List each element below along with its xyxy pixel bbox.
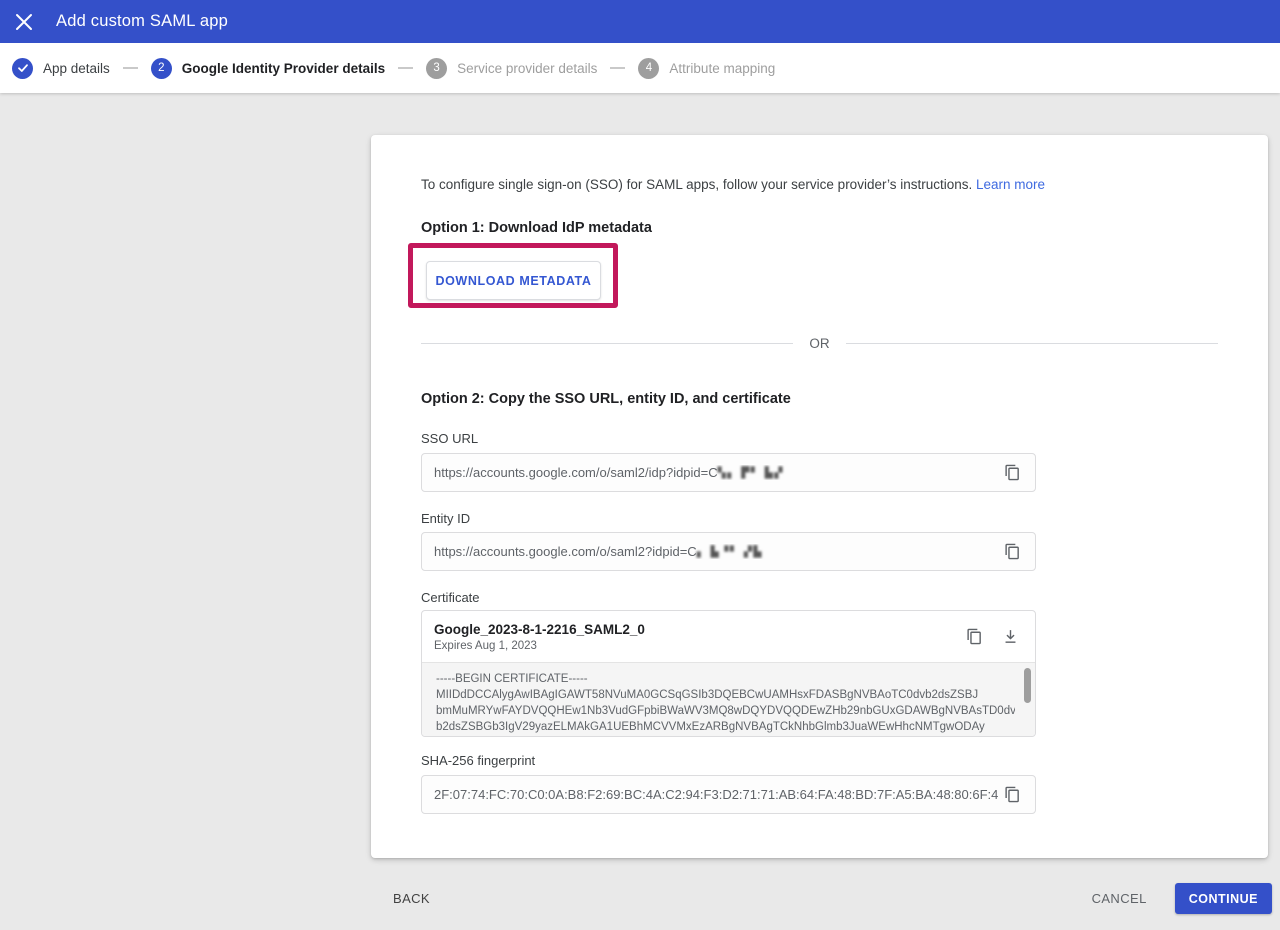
annotation-highlight-box: DOWNLOAD METADATA <box>408 243 618 308</box>
entity-id-field: https://accounts.google.com/o/saml2?idpi… <box>421 532 1036 571</box>
or-divider: OR <box>421 335 1218 351</box>
sso-url-field: https://accounts.google.com/o/saml2/idp?… <box>421 453 1036 492</box>
copy-icon[interactable] <box>999 782 1025 808</box>
certificate-scrollbar-thumb[interactable] <box>1024 668 1031 703</box>
dialog-header: Add custom SAML app <box>0 0 1280 43</box>
step4-number-badge: 4 <box>638 58 659 79</box>
entity-id-label: Entity ID <box>421 511 470 526</box>
divider-line <box>421 343 793 344</box>
back-button[interactable]: BACK <box>393 891 430 906</box>
certificate-expiry: Expires Aug 1, 2023 <box>434 640 961 652</box>
certificate-card: Google_2023-8-1-2216_SAML2_0 Expires Aug… <box>421 610 1036 737</box>
copy-icon[interactable] <box>961 624 987 650</box>
continue-button[interactable]: CONTINUE <box>1175 883 1272 914</box>
certificate-text-line: b2dsZSBGb3IgV29yazELMAkGA1UEBhMCVVMxEzAR… <box>436 719 1015 735</box>
option1-heading: Option 1: Download IdP metadata <box>421 220 652 236</box>
sso-url-label: SSO URL <box>421 431 478 446</box>
step1-check-icon <box>12 58 33 79</box>
copy-icon[interactable] <box>999 460 1025 486</box>
certificate-info: Google_2023-8-1-2216_SAML2_0 Expires Aug… <box>434 622 961 652</box>
stepper: App details 2 Google Identity Provider d… <box>0 43 1280 93</box>
idp-details-card: To configure single sign-on (SSO) for SA… <box>371 135 1268 858</box>
download-icon[interactable] <box>997 624 1023 650</box>
dialog-footer: BACK CANCEL CONTINUE <box>371 883 1272 914</box>
option2-heading: Option 2: Copy the SSO URL, entity ID, a… <box>421 391 791 407</box>
step-google-idp-details[interactable]: 2 Google Identity Provider details <box>151 58 385 79</box>
close-icon[interactable] <box>10 8 38 36</box>
certificate-header: Google_2023-8-1-2216_SAML2_0 Expires Aug… <box>422 611 1035 663</box>
divider-line <box>846 343 1218 344</box>
intro-text: To configure single sign-on (SSO) for SA… <box>421 177 1045 192</box>
copy-icon[interactable] <box>999 539 1025 565</box>
certificate-text-line: MIIDdDCCAlygAwIBAgIGAWT58NVuMA0GCSqGSIb3… <box>436 687 1015 703</box>
step-label: Attribute mapping <box>669 61 775 76</box>
step2-number-badge: 2 <box>151 58 172 79</box>
certificate-text-line: -----BEGIN CERTIFICATE----- <box>436 671 1015 687</box>
dialog-title: Add custom SAML app <box>56 12 228 31</box>
intro-sentence: To configure single sign-on (SSO) for SA… <box>421 177 972 192</box>
learn-more-link[interactable]: Learn more <box>976 177 1045 192</box>
entity-id-value: https://accounts.google.com/o/saml2?idpi… <box>434 544 999 559</box>
or-label: OR <box>809 336 829 351</box>
certificate-actions <box>961 624 1023 650</box>
sso-url-value: https://accounts.google.com/o/saml2/idp?… <box>434 465 999 480</box>
download-metadata-button[interactable]: DOWNLOAD METADATA <box>426 261 601 300</box>
step-attribute-mapping[interactable]: 4 Attribute mapping <box>638 58 775 79</box>
redacted-text: ▚▖ ▛▘ ▙▞ <box>718 467 784 479</box>
step-label: App details <box>43 61 110 76</box>
step3-number-badge: 3 <box>426 58 447 79</box>
certificate-name: Google_2023-8-1-2216_SAML2_0 <box>434 622 961 637</box>
step-separator <box>123 67 138 69</box>
sha256-field: 2F:07:74:FC:70:C0:0A:B8:F2:69:BC:4A:C2:9… <box>421 775 1036 814</box>
step-service-provider-details[interactable]: 3 Service provider details <box>426 58 597 79</box>
step-separator <box>398 67 413 69</box>
step-label: Google Identity Provider details <box>182 61 385 76</box>
redacted-text: ▖ ▙▝▘ ▞▙ <box>697 546 763 558</box>
footer-actions: CANCEL CONTINUE <box>1092 883 1272 914</box>
step-label: Service provider details <box>457 61 597 76</box>
certificate-text-line: bmMuMRYwFAYDVQQHEw1Nb3VudGFpbiBWaWV3MQ8w… <box>436 703 1015 719</box>
certificate-body[interactable]: -----BEGIN CERTIFICATE----- MIIDdDCCAlyg… <box>422 663 1035 737</box>
step-separator <box>610 67 625 69</box>
cancel-button[interactable]: CANCEL <box>1092 891 1147 906</box>
sha256-value: 2F:07:74:FC:70:C0:0A:B8:F2:69:BC:4A:C2:9… <box>434 787 999 802</box>
step-app-details[interactable]: App details <box>12 58 110 79</box>
certificate-label: Certificate <box>421 590 480 605</box>
sha256-label: SHA-256 fingerprint <box>421 753 535 768</box>
